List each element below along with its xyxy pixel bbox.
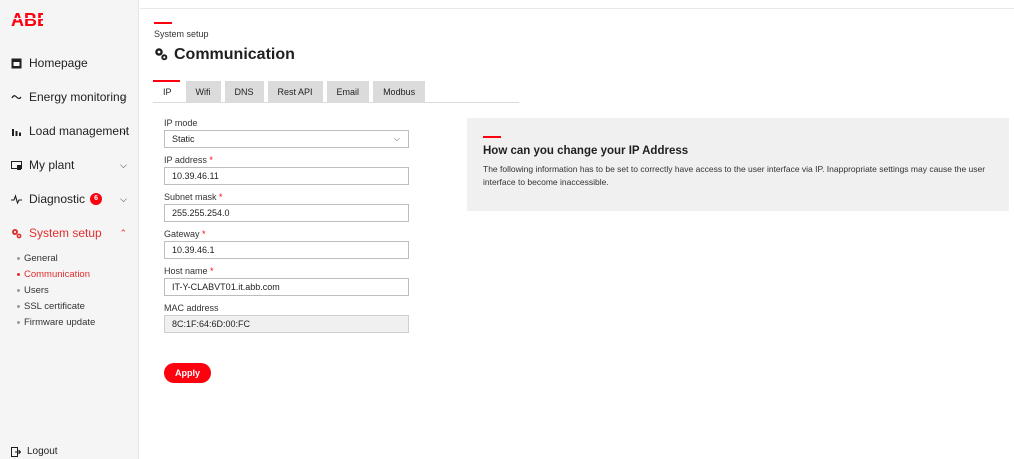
- host-name-field[interactable]: IT-Y-CLABVT01.it.abb.com: [164, 278, 409, 296]
- logout-icon: [11, 446, 22, 457]
- sidebar-item-label: Load management: [29, 124, 130, 138]
- system-setup-submenu: General Communication Users SSL certific…: [17, 250, 95, 330]
- submenu-item-label: SSL certificate: [24, 300, 85, 312]
- submenu-item-users[interactable]: Users: [17, 282, 95, 298]
- chevron-up-icon: ⌃: [119, 227, 127, 238]
- sidebar-item-my-plant[interactable]: My plant ⌵: [0, 147, 139, 183]
- submenu-item-general[interactable]: General: [17, 250, 95, 266]
- tab-ip[interactable]: IP: [153, 80, 182, 102]
- sidebar-item-diagnostic[interactable]: Diagnostic 6 ⌵: [0, 181, 139, 217]
- chevron-down-icon: ⌵: [120, 159, 127, 170]
- bullet-icon: [17, 320, 20, 324]
- main-content: System setup Communication IP Wifi DNS R…: [140, 0, 1014, 459]
- info-panel: How can you change your IP Address The f…: [467, 118, 1009, 211]
- subnet-mask-field[interactable]: 255.255.254.0: [164, 204, 409, 222]
- logout-label: Logout: [27, 446, 58, 457]
- sidebar-item-label: Energy monitoring: [29, 90, 127, 104]
- sidebar-item-label: System setup: [29, 226, 102, 240]
- diagnostic-badge: 6: [90, 193, 103, 205]
- host-name-value: IT-Y-CLABVT01.it.abb.com: [172, 282, 280, 292]
- tab-bar: IP Wifi DNS Rest API Email Modbus: [153, 80, 429, 102]
- sidebar-item-homepage[interactable]: Homepage: [0, 45, 139, 81]
- ip-address-field[interactable]: 10.39.46.11: [164, 167, 409, 185]
- submenu-item-label: Users: [24, 284, 49, 296]
- sidebar-item-label: My plant: [29, 158, 75, 172]
- submenu-item-label: Firmware update: [24, 316, 96, 328]
- my-plant-icon: [11, 160, 22, 171]
- top-bar: [140, 0, 1014, 9]
- ip-mode-value: Static: [172, 134, 195, 144]
- abb-logo-text: ABB: [11, 10, 43, 30]
- ip-address-value: 10.39.46.11: [172, 171, 219, 181]
- tab-wifi[interactable]: Wifi: [185, 81, 221, 102]
- sidebar-item-system-setup[interactable]: System setup ⌃: [0, 215, 139, 251]
- gear-icon: [154, 47, 168, 64]
- submenu-item-communication[interactable]: Communication: [17, 266, 95, 282]
- subnet-mask-label: Subnet mask *: [164, 192, 223, 202]
- chevron-down-icon: ⌵: [393, 134, 400, 143]
- mac-address-field: 8C:1F:64:6D:00:FC: [164, 315, 409, 333]
- tab-email[interactable]: Email: [326, 81, 370, 102]
- tab-divider: [153, 102, 519, 103]
- system-setup-icon: [11, 228, 22, 239]
- submenu-item-firmware-update[interactable]: Firmware update: [17, 314, 95, 330]
- info-text: The following information has to be set …: [483, 164, 986, 187]
- apply-button[interactable]: Apply: [164, 363, 211, 383]
- ip-mode-label: IP mode: [164, 118, 198, 128]
- tab-dns[interactable]: DNS: [224, 81, 264, 102]
- sidebar-item-load-management[interactable]: Load management ⌵: [0, 113, 139, 149]
- ip-settings-form: IP mode Static ⌵ IP address * 10.39.46.1…: [164, 117, 410, 339]
- chevron-down-icon: ⌵: [120, 125, 127, 136]
- info-title: How can you change your IP Address: [483, 145, 689, 157]
- breadcrumb-accent: [154, 22, 172, 24]
- load-management-icon: [11, 126, 22, 137]
- ip-address-label: IP address *: [164, 155, 213, 165]
- energy-monitoring-icon: [11, 92, 22, 103]
- tab-rest-api[interactable]: Rest API: [267, 81, 323, 102]
- bullet-icon: [17, 304, 20, 308]
- chevron-down-icon: ⌵: [120, 91, 127, 102]
- page-title-text: Communication: [174, 46, 295, 63]
- info-accent: [483, 136, 501, 138]
- bullet-icon: [17, 256, 20, 260]
- bullet-icon: [17, 288, 20, 292]
- tab-modbus[interactable]: Modbus: [373, 81, 426, 102]
- gateway-label: Gateway *: [164, 229, 206, 239]
- abb-logo[interactable]: ABB: [11, 9, 50, 31]
- mac-address-label: MAC address: [164, 303, 219, 313]
- mac-address-value: 8C:1F:64:6D:00:FC: [172, 319, 251, 329]
- breadcrumb[interactable]: System setup: [154, 29, 209, 39]
- gateway-value: 10.39.46.1: [172, 245, 215, 255]
- submenu-item-ssl-certificate[interactable]: SSL certificate: [17, 298, 95, 314]
- gateway-field[interactable]: 10.39.46.1: [164, 241, 409, 259]
- logout-button[interactable]: Logout: [11, 446, 58, 457]
- sidebar: ABB Homepage Energy monitoring ⌵ Load ma…: [0, 0, 139, 459]
- diagnostic-icon: [11, 193, 22, 205]
- sidebar-item-label: Homepage: [29, 56, 88, 70]
- submenu-item-label: Communication: [24, 268, 90, 280]
- bullet-icon: [17, 272, 20, 276]
- host-name-label: Host name *: [164, 266, 214, 276]
- chevron-down-icon: ⌵: [120, 193, 127, 204]
- ip-mode-select[interactable]: Static ⌵: [164, 130, 409, 148]
- page-title: Communication: [154, 46, 295, 64]
- subnet-mask-value: 255.255.254.0: [172, 208, 230, 218]
- homepage-icon: [11, 58, 22, 69]
- submenu-item-label: General: [24, 252, 58, 264]
- sidebar-item-energy-monitoring[interactable]: Energy monitoring ⌵: [0, 79, 139, 115]
- sidebar-item-label: Diagnostic: [29, 192, 86, 206]
